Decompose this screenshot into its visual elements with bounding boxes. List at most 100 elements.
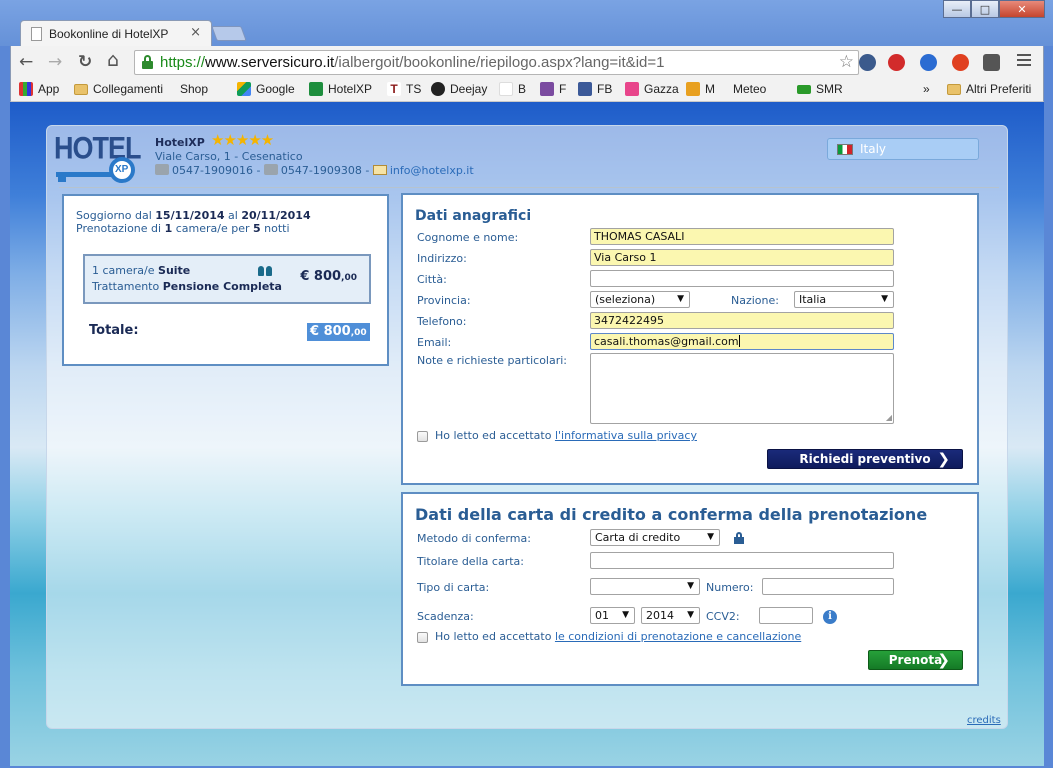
email-label: Email: — [417, 336, 452, 349]
resize-grip-icon: ◢ — [885, 413, 892, 422]
page-icon — [31, 27, 42, 41]
home-button[interactable]: ⌂ — [107, 49, 119, 71]
personal-data-form: Dati anagrafici Cognome e nome: THOMAS C… — [401, 193, 979, 485]
total-label: Totale: — [89, 323, 139, 338]
condizioni-label: Ho letto ed accettato le condizioni di p… — [435, 630, 802, 643]
chevron-down-icon: ▼ — [687, 610, 694, 620]
tumblr-icon — [540, 82, 554, 96]
bookmark-gazza[interactable]: Gazza — [625, 82, 679, 96]
bookmark-hotelxp[interactable]: HotelXP — [309, 82, 372, 96]
privacy-label: Ho letto ed accettato l'informativa sull… — [435, 429, 697, 442]
email-input[interactable]: casali.thomas@gmail.com — [590, 333, 894, 350]
browser-toolbar: ← → ↻ ⌂ https://www.serversicuro.it/ialb… — [10, 46, 1044, 79]
pocket-extension-icon[interactable] — [983, 54, 1000, 71]
star-rating: ★★★★★ — [211, 131, 274, 149]
bookmark-shop[interactable]: Shop — [180, 82, 208, 198]
new-tab-button[interactable] — [211, 26, 247, 41]
room-price: € 800,00 — [300, 269, 357, 284]
note-textarea[interactable]: ◢ — [590, 353, 894, 424]
nazione-label: Nazione: — [731, 294, 779, 307]
credit-card-form: Dati della carta di credito a conferma d… — [401, 492, 979, 686]
tipo-carta-label: Tipo di carta: — [417, 581, 490, 594]
chevron-down-icon: ▼ — [707, 532, 714, 542]
secure-lock-icon — [142, 55, 153, 69]
telefono-input[interactable]: 3472422495 — [590, 312, 894, 329]
scadenza-anno-select[interactable]: 2014 ▼ — [641, 607, 700, 624]
fax-icon — [263, 164, 278, 175]
scadenza-mese-select[interactable]: 01 ▼ — [590, 607, 635, 624]
hotel-phone: 0547-1909016 — [172, 164, 253, 177]
address-bar[interactable]: https://www.serversicuro.it/ialbergoit/b… — [134, 50, 859, 75]
citta-input[interactable] — [590, 270, 894, 287]
bookmark-smr[interactable]: SMR — [797, 82, 843, 96]
bookmark-ts[interactable]: T TS — [387, 82, 421, 96]
total-value: € 800,00 — [307, 323, 370, 341]
maximize-button[interactable]: □ — [971, 0, 999, 18]
nazione-select[interactable]: Italia ▼ — [794, 291, 894, 308]
credits-link[interactable]: credits — [967, 715, 1001, 726]
back-button[interactable]: ← — [19, 52, 33, 72]
bookmark-f[interactable]: F — [540, 82, 566, 96]
language-label: Italy — [860, 142, 887, 156]
chevron-right-icon: ❯ — [937, 450, 950, 468]
bookmark-app[interactable]: App — [19, 82, 59, 96]
cognome-input[interactable]: THOMAS CASALI — [590, 228, 894, 245]
personal-data-title: Dati anagrafici — [415, 208, 532, 224]
room-treatment: Trattamento Pensione Completa — [92, 280, 282, 293]
language-selector[interactable]: Italy — [827, 138, 979, 160]
bookmark-b[interactable]: B — [499, 82, 526, 96]
share-extension-icon[interactable] — [920, 54, 937, 71]
bookmark-meteo[interactable]: Meteo — [733, 82, 766, 198]
stay-dates: Soggiorno dal 15/11/2014 al 20/11/2014 — [76, 209, 311, 222]
ccv-input[interactable] — [759, 607, 813, 624]
vivaldi-extension-icon[interactable] — [952, 54, 969, 71]
bookmark-star-icon[interactable]: ☆ — [839, 52, 854, 72]
condizioni-checkbox[interactable] — [417, 632, 428, 643]
browser-tab[interactable]: Bookonline di HotelXP × — [20, 20, 212, 47]
close-window-button[interactable]: ✕ — [999, 0, 1045, 18]
forward-button[interactable]: → — [48, 52, 62, 72]
provincia-select[interactable]: (seleziona) ▼ — [590, 291, 690, 308]
numero-label: Numero: — [706, 581, 754, 594]
prenota-button[interactable]: Prenota ❯ — [868, 650, 963, 670]
url-text: https://www.serversicuro.it/ialbergoit/b… — [160, 54, 665, 71]
bookmark-collegamenti[interactable]: Collegamenti — [74, 82, 163, 96]
drive-icon — [237, 82, 251, 96]
tab-strip: Bookonline di HotelXP × — □ ✕ — [0, 0, 1053, 47]
room-description: 1 camera/e Suite — [92, 264, 191, 277]
numero-input[interactable] — [762, 578, 894, 595]
chevron-down-icon: ▼ — [677, 294, 684, 304]
hotel-email-link[interactable]: info@hotelxp.it — [390, 164, 474, 177]
metodo-select[interactable]: Carta di credito ▼ — [590, 529, 720, 546]
privacy-link[interactable]: l'informativa sulla privacy — [555, 429, 697, 442]
bookmark-fb[interactable]: FB — [578, 82, 612, 96]
adblock-extension-icon[interactable] — [888, 54, 905, 71]
bookmark-altri-preferiti[interactable]: Altri Preferiti — [947, 82, 1031, 96]
titolare-input[interactable] — [590, 552, 894, 569]
bookmark-google[interactable]: Google — [237, 82, 295, 96]
text-caret — [738, 335, 740, 347]
bookmarks-overflow-button[interactable]: » — [923, 82, 930, 96]
folder-icon — [74, 83, 88, 95]
gazza-icon — [625, 82, 639, 96]
window-controls: — □ ✕ — [943, 0, 1045, 18]
telefono-label: Telefono: — [417, 315, 467, 328]
bookmark-deejay[interactable]: Deejay — [431, 82, 487, 96]
richiedi-preventivo-button[interactable]: Richiedi preventivo ❯ — [767, 449, 963, 469]
privacy-checkbox[interactable] — [417, 431, 428, 442]
tipo-carta-select[interactable]: ▼ — [590, 578, 700, 595]
minimize-button[interactable]: — — [943, 0, 971, 18]
reload-button[interactable]: ↻ — [78, 52, 92, 72]
chevron-down-icon: ▼ — [881, 294, 888, 304]
profile-extension-icon[interactable] — [859, 54, 876, 71]
info-icon[interactable]: i — [823, 610, 837, 624]
m-icon — [686, 82, 700, 96]
close-tab-icon[interactable]: × — [190, 25, 201, 40]
deejay-icon — [431, 82, 445, 96]
condizioni-link[interactable]: le condizioni di prenotazione e cancella… — [555, 630, 801, 643]
hotel-fax: 0547-1909308 — [280, 164, 362, 177]
indirizzo-input[interactable]: Via Carso 1 — [590, 249, 894, 266]
provincia-label: Provincia: — [417, 294, 471, 307]
menu-icon[interactable] — [1017, 54, 1031, 69]
bookmark-m[interactable]: M — [686, 82, 715, 96]
